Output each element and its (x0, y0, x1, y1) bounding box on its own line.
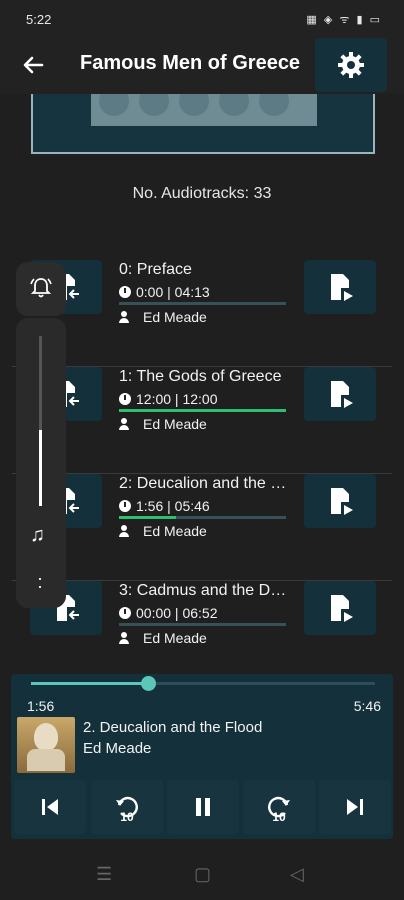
track-author: Ed Meade (119, 309, 207, 325)
gear-icon (338, 52, 364, 78)
elapsed-time: 1:56 (27, 698, 55, 714)
volume-slider[interactable]: ♫ · · (16, 318, 66, 608)
track-progress-fill (119, 516, 176, 519)
replay-10-button[interactable]: 10 (91, 780, 163, 834)
track-progress-fill (119, 409, 286, 412)
home-button[interactable]: ▢ (194, 864, 211, 885)
track-progress-bar (119, 409, 286, 412)
track-time: 0:00 | 04:13 (119, 284, 210, 300)
more-vert-icon[interactable]: · · (37, 569, 43, 595)
track-time-text: 0:00 | 04:13 (136, 284, 210, 300)
timer-icon (119, 393, 131, 405)
track-count: No. Audiotracks: 33 (132, 185, 272, 202)
pause-icon (196, 798, 210, 816)
track-author: Ed Meade (119, 523, 207, 539)
track-progress-bar (119, 516, 286, 519)
person-icon (119, 311, 133, 323)
seek-bar[interactable] (31, 676, 375, 691)
total-time: 5:46 (353, 698, 381, 714)
replay-10-label: 10 (120, 810, 134, 823)
system-nav-bar: ☰ ▢ ◁ (0, 852, 404, 900)
timer-icon (119, 500, 131, 512)
seek-progress (31, 682, 148, 685)
volume-level (39, 429, 42, 506)
next-track-button[interactable] (319, 780, 391, 834)
track-play-button[interactable] (304, 260, 376, 314)
volume-panel: ♫ · · (16, 262, 66, 608)
status-icons: ▦ ◈ ᯤ ▮ ▭ (306, 14, 382, 26)
previous-track-button[interactable] (14, 780, 86, 834)
track-author-text: Ed Meade (143, 523, 207, 539)
file-play-icon (331, 274, 353, 301)
track-progress-bar (119, 623, 286, 626)
track-author-text: Ed Meade (143, 630, 207, 646)
track-time: 00:00 | 06:52 (119, 605, 217, 621)
track-play-button[interactable] (304, 581, 376, 635)
app-bar: Famous Men of Greece (0, 38, 404, 94)
now-playing-title: 2. Deucalion and the Flood (83, 719, 263, 736)
track-author-text: Ed Meade (143, 309, 207, 325)
status-bar: 5:22 ▦ ◈ ᯤ ▮ ▭ (0, 0, 404, 38)
forward-10-label: 10 (272, 810, 286, 823)
track-time-text: 1:56 | 05:46 (136, 498, 210, 514)
arrow-left-icon (23, 56, 44, 74)
pause-button[interactable] (167, 780, 239, 834)
skip-next-icon (347, 799, 363, 815)
recent-apps-button[interactable]: ☰ (96, 864, 112, 885)
system-back-button[interactable]: ◁ (290, 864, 304, 885)
back-button[interactable] (18, 50, 48, 80)
track-author-text: Ed Meade (143, 416, 207, 432)
settings-button[interactable] (315, 38, 387, 92)
seek-thumb[interactable] (140, 676, 156, 691)
track-title: 3: Cadmus and the Dragon's Teeth (119, 582, 287, 599)
file-play-icon (331, 595, 353, 622)
now-playing-author: Ed Meade (83, 740, 152, 757)
track-time-text: 12:00 | 12:00 (136, 391, 218, 407)
person-icon (119, 632, 133, 644)
track-author: Ed Meade (119, 630, 207, 646)
cover-decoration (91, 94, 317, 126)
track-time-text: 00:00 | 06:52 (136, 605, 218, 621)
track-time: 1:56 | 05:46 (119, 498, 210, 514)
track-progress-bar (119, 302, 286, 305)
replay-10-icon: 10 (116, 796, 138, 823)
skip-previous-icon (42, 799, 58, 815)
bell-icon (30, 278, 52, 298)
page-title: Famous Men of Greece (80, 52, 301, 74)
file-play-icon (331, 381, 353, 408)
file-play-icon (331, 488, 353, 515)
track-author: Ed Meade (119, 416, 207, 432)
volume-track[interactable] (39, 336, 42, 506)
track-play-button[interactable] (304, 474, 376, 528)
track-title: 1: The Gods of Greece (119, 368, 282, 385)
timer-icon (119, 286, 131, 298)
person-icon (119, 525, 133, 537)
timer-icon (119, 607, 131, 619)
forward-10-button[interactable]: 10 (243, 780, 315, 834)
track-title: 0: Preface (119, 261, 192, 278)
person-icon (119, 418, 133, 430)
book-cover (31, 94, 375, 154)
track-title: 2: Deucalion and the Flood (119, 475, 287, 492)
now-playing-panel: 1:56 5:46 2. Deucalion and the Flood Ed … (11, 674, 393, 839)
track-play-button[interactable] (304, 367, 376, 421)
forward-10-icon: 10 (268, 796, 290, 823)
status-time: 5:22 (26, 12, 52, 27)
now-playing-cover (17, 717, 75, 773)
track-time: 12:00 | 12:00 (119, 391, 217, 407)
ringer-mode-button[interactable] (16, 262, 66, 316)
music-note-icon[interactable]: ♫ (30, 524, 45, 547)
